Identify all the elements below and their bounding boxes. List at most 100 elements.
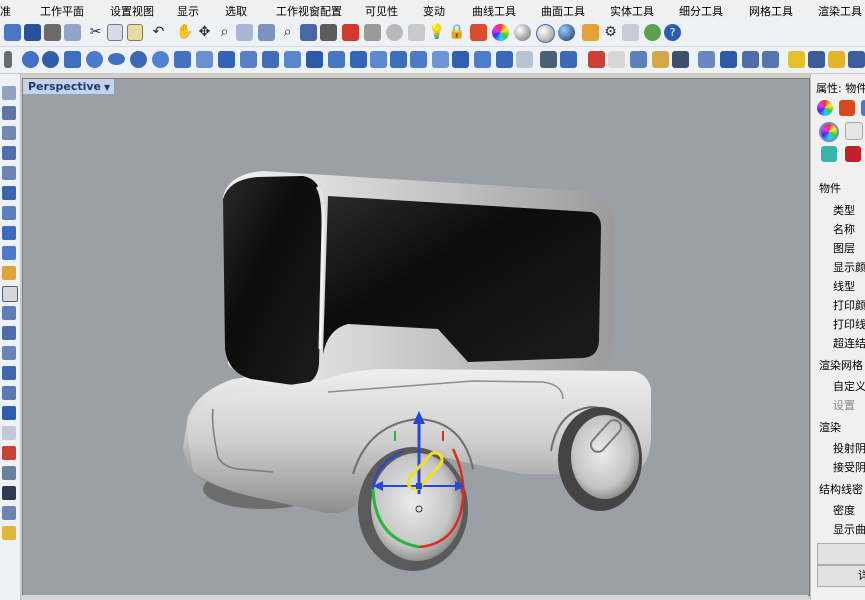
prop-print-width[interactable]: 打印线 (833, 316, 865, 332)
point-tool-icon[interactable] (2, 86, 16, 100)
extract-surface-icon[interactable] (496, 51, 513, 68)
prop-name[interactable]: 名称 (833, 221, 855, 237)
arc-tool-icon[interactable] (2, 146, 16, 160)
globe-icon[interactable] (644, 24, 661, 41)
sweep-icon[interactable] (262, 51, 279, 68)
slab-icon[interactable] (588, 51, 605, 68)
light-icon[interactable] (582, 24, 599, 41)
split-tool-icon[interactable] (2, 386, 16, 400)
dimension-tools-icon[interactable] (828, 51, 845, 68)
box-icon[interactable] (350, 51, 367, 68)
prop-show-curves[interactable]: 显示曲 (833, 521, 865, 537)
prop-layer[interactable]: 图层 (833, 240, 855, 256)
details-button[interactable]: 详 (817, 565, 865, 587)
menu-solid-tools[interactable]: 实体工具 (610, 3, 654, 19)
layout-tool-icon[interactable] (2, 526, 16, 540)
menu-render-tools[interactable]: 渲染工具 (818, 3, 862, 19)
boolean-difference-icon[interactable] (306, 51, 323, 68)
prop-cast-shadows[interactable]: 投射阴 (833, 440, 865, 456)
copy-icon[interactable] (107, 24, 123, 41)
drafting-icon[interactable] (808, 51, 825, 68)
light-props-icon[interactable] (861, 100, 865, 116)
menu-display[interactable]: 显示 (177, 3, 199, 19)
ellipsoid-icon[interactable] (108, 53, 125, 65)
solid-edit-icon[interactable] (474, 51, 491, 68)
sphere-icon[interactable] (86, 51, 103, 68)
snapshot-icon[interactable] (364, 24, 381, 41)
prop-linetype[interactable]: 线型 (833, 278, 855, 294)
import-icon[interactable] (64, 24, 81, 41)
select-icon[interactable] (408, 24, 425, 41)
pen-icon[interactable] (845, 122, 863, 140)
object-props-icon[interactable] (817, 100, 833, 116)
explode-tool-icon[interactable] (2, 366, 16, 380)
match-button[interactable] (817, 543, 865, 565)
named-view-icon[interactable] (386, 24, 403, 41)
menu-select[interactable]: 选取 (225, 3, 247, 19)
revolve-icon[interactable] (218, 51, 235, 68)
solid-tool-icon[interactable] (2, 226, 16, 240)
cut-icon[interactable]: ✂ (87, 24, 104, 41)
cone-icon[interactable] (22, 51, 39, 68)
transform-tool-icon[interactable] (2, 266, 16, 280)
more-tools-icon[interactable] (848, 51, 865, 68)
check-tool-icon[interactable] (2, 486, 16, 500)
circle-tool-icon[interactable] (2, 126, 16, 140)
prop-density[interactable]: 密度 (833, 502, 855, 518)
zoom-selected-icon[interactable]: ⌕ (279, 24, 296, 41)
options-gear-icon[interactable]: ⚙ (602, 24, 619, 41)
polyline-tool-icon[interactable] (2, 106, 16, 120)
prop-print-color[interactable]: 打印颜 (833, 297, 865, 313)
car-icon[interactable] (342, 24, 359, 41)
extrude-icon[interactable] (196, 51, 213, 68)
array-tool-icon[interactable] (2, 286, 18, 302)
menu-mesh-tools[interactable]: 网格工具 (749, 3, 793, 19)
prop-display-color[interactable]: 显示颜 (833, 259, 865, 275)
zoom-icon[interactable]: ⌕ (216, 24, 233, 41)
perspective-viewport[interactable]: Perspective ▼ (22, 78, 810, 596)
boolean-intersection-icon[interactable] (328, 51, 345, 68)
ruler-icon[interactable] (652, 51, 669, 68)
text-tool-icon[interactable] (2, 506, 16, 520)
color-wheel-icon[interactable] (492, 24, 509, 41)
wire-cut-icon[interactable] (516, 51, 533, 68)
texture-icon[interactable] (672, 51, 689, 68)
paraboloid-icon[interactable] (42, 51, 59, 68)
menu-standard[interactable]: 准 (0, 3, 11, 19)
sub-object-icon[interactable] (622, 24, 639, 41)
cylinder-icon[interactable] (64, 51, 81, 68)
undo-icon[interactable]: ↶ (150, 24, 167, 41)
help-icon[interactable]: ? (664, 24, 681, 41)
mesh-tool-icon[interactable] (2, 246, 16, 260)
mesh-cube-icon[interactable] (821, 146, 837, 162)
cube-icon[interactable] (370, 51, 387, 68)
boolean-union-icon[interactable] (284, 51, 301, 68)
zoom-extents-icon[interactable] (258, 24, 275, 41)
rectangle-tool-icon[interactable] (2, 166, 16, 180)
contour-icon[interactable] (608, 51, 625, 68)
pan-icon[interactable]: ✋ (176, 24, 193, 41)
dimension-icon[interactable] (742, 51, 759, 68)
fillet-edge-icon[interactable] (390, 51, 407, 68)
render-icon[interactable] (558, 24, 575, 41)
paste-icon[interactable] (127, 24, 143, 41)
move-face-icon[interactable] (560, 51, 577, 68)
prop-hyperlink[interactable]: 超连结 (833, 335, 865, 351)
block-icon[interactable] (788, 51, 805, 68)
menu-set-view[interactable]: 设置视图 (110, 3, 154, 19)
tube-icon[interactable] (152, 51, 169, 68)
array-icon[interactable] (698, 51, 715, 68)
pipe-icon[interactable] (174, 51, 191, 68)
new-file-icon[interactable] (4, 24, 21, 41)
texture-map-icon[interactable] (845, 146, 861, 162)
view-icon[interactable] (300, 24, 317, 41)
blend-tool-icon[interactable] (2, 446, 16, 460)
surface-tool-icon[interactable] (2, 206, 16, 220)
lock-icon[interactable]: 🔒 (448, 24, 465, 41)
zoom-window-icon[interactable] (236, 24, 253, 41)
table-icon[interactable] (540, 51, 557, 68)
camera-icon[interactable] (320, 24, 337, 41)
menu-curve-tools[interactable]: 曲线工具 (472, 3, 516, 19)
loft-icon[interactable] (240, 51, 257, 68)
save-icon[interactable] (24, 24, 41, 41)
